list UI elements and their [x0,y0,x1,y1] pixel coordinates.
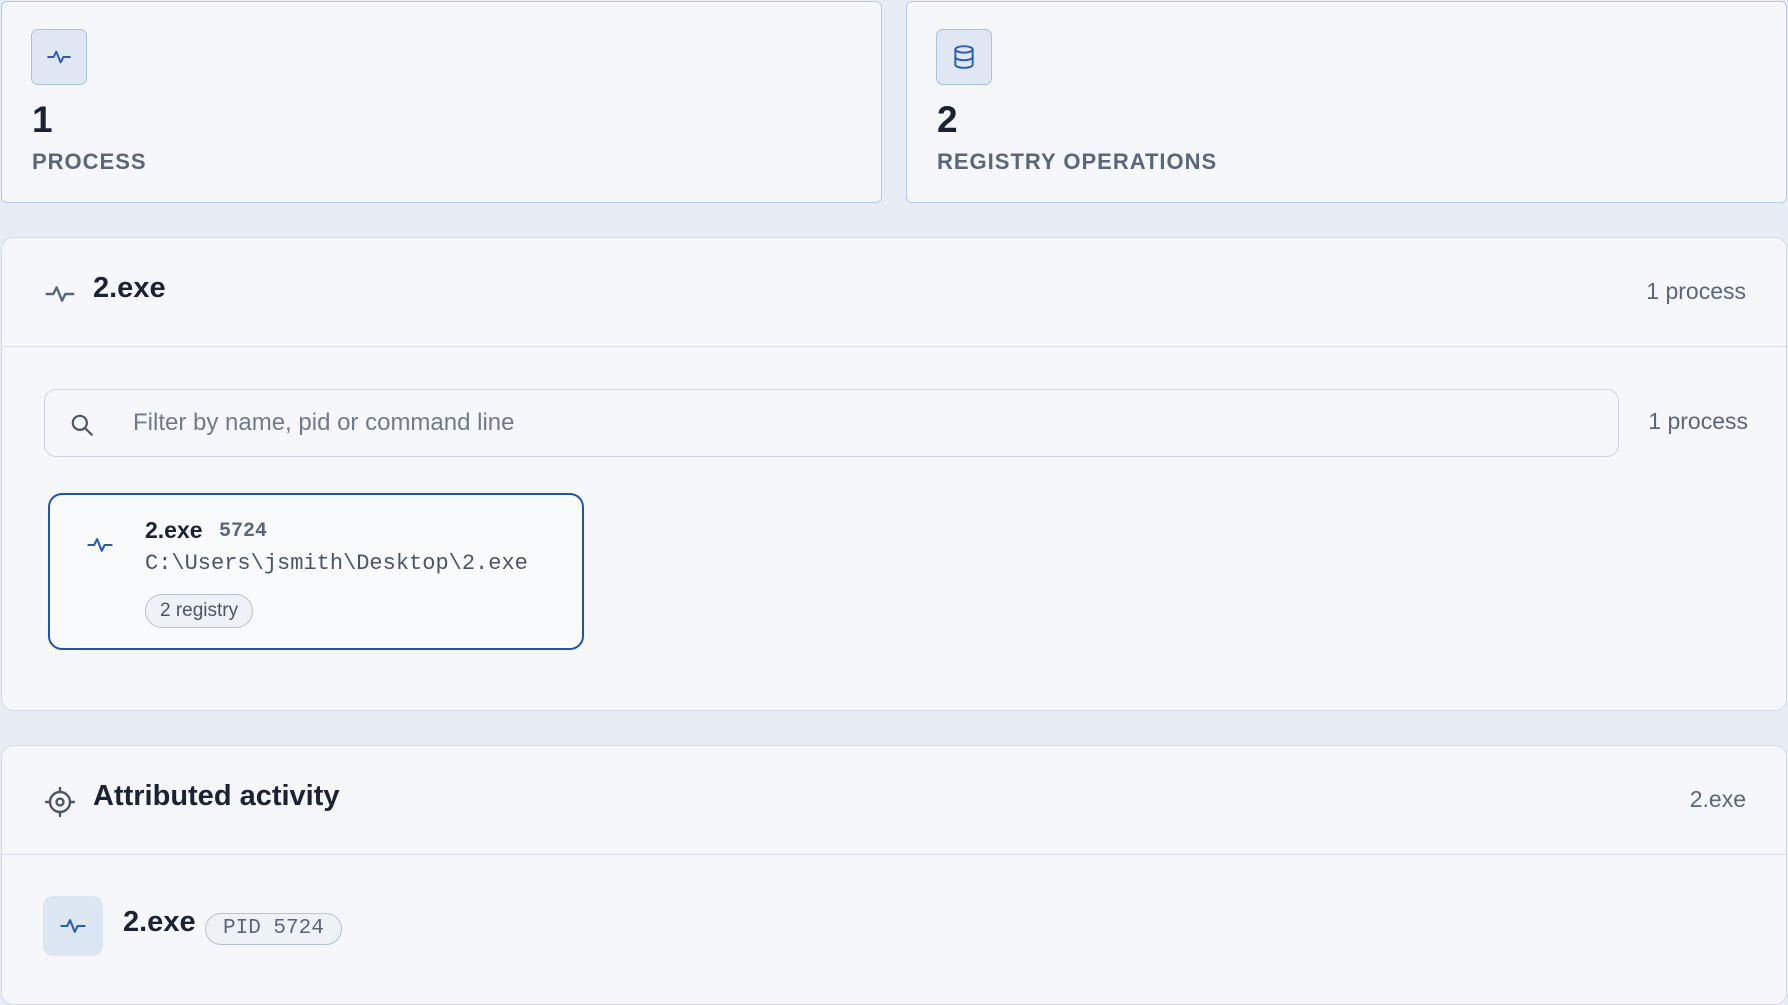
stat-value: 1 [32,99,53,140]
pulse-icon [43,896,103,956]
registry-count-badge: 2 registry [145,594,254,628]
stat-value: 2 [937,99,958,140]
panel-meta: 2.exe [1689,786,1746,812]
process-path: C:\Users\jsmith\Desktop\2.exe [145,551,528,576]
search-box[interactable] [44,389,1619,457]
pulse-icon [31,29,87,85]
pulse-icon [87,538,113,552]
database-icon [936,29,992,85]
search-result-count: 1 process [1648,408,1748,434]
panel-header: Attributed activity 2.exe [2,746,1786,855]
activity-entry[interactable]: 2.exe PID 5724 [2,896,1786,966]
process-panel: 2.exe 1 process 1 process 2.exe 5724 C:\… [1,237,1787,711]
stat-card-process: 1 PROCESS [1,1,882,203]
target-icon [44,786,76,818]
process-pid: 5724 [219,520,268,543]
attributed-activity-panel: Attributed activity 2.exe 2.exe PID 5724 [1,745,1787,1005]
panel-title: Attributed activity [93,780,340,812]
pulse-icon [45,286,75,302]
panel-meta: 1 process [1646,278,1746,304]
pid-badge: PID 5724 [205,913,342,945]
search-input[interactable] [133,402,1593,444]
search-row: 1 process [44,389,1748,457]
activity-process-name: 2.exe [123,906,196,938]
search-icon [71,414,93,436]
stats-row: 1 PROCESS 2 REGISTRY OPERATIONS [0,0,1788,204]
stat-label: PROCESS [32,149,147,174]
stat-card-registry: 2 REGISTRY OPERATIONS [906,1,1787,203]
stat-label: REGISTRY OPERATIONS [937,149,1218,174]
process-card[interactable]: 2.exe 5724 C:\Users\jsmith\Desktop\2.exe… [48,493,584,650]
process-name: 2.exe [145,517,203,543]
panel-header: 2.exe 1 process [2,238,1786,347]
panel-title: 2.exe [93,272,166,304]
